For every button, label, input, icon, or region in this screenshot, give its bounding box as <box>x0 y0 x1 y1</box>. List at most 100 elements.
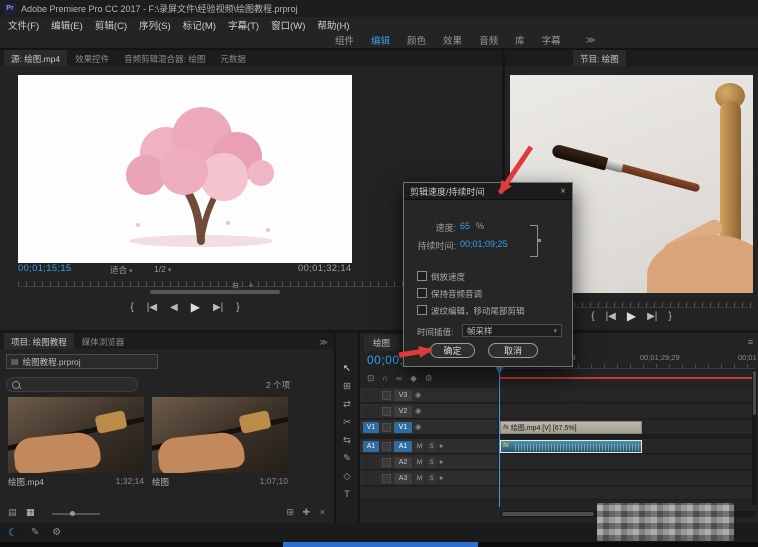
ok-button[interactable]: 确定 <box>430 343 475 358</box>
reverse-speed-checkbox[interactable] <box>417 271 427 281</box>
new-bin-icon[interactable]: ⊞ <box>286 507 294 518</box>
source-patch[interactable] <box>363 473 379 484</box>
track-lock-icon[interactable] <box>382 442 391 451</box>
solo-button[interactable]: S <box>427 457 436 467</box>
workspace-tab-titles[interactable]: 字幕 <box>542 33 561 47</box>
menu-window[interactable]: 窗口(W) <box>271 18 305 32</box>
tool-type-icon[interactable]: T <box>344 489 350 500</box>
track-toggle-a1[interactable]: A1 <box>394 441 412 452</box>
workspace-tab-editing[interactable]: 编辑 <box>371 33 390 47</box>
source-patch-v1[interactable]: V1 <box>363 422 379 433</box>
workspace-tab-effects[interactable]: 效果 <box>443 33 462 47</box>
delete-icon[interactable]: × <box>320 507 325 517</box>
video-clip[interactable]: fx 绘图.mp4 [V] [67.5%] <box>500 421 642 434</box>
maintain-audio-pitch-checkbox[interactable] <box>417 288 427 298</box>
tool-selection-icon[interactable]: ↖ <box>343 363 351 374</box>
track-lock-icon[interactable] <box>382 474 391 483</box>
mic-icon[interactable]: ● <box>439 443 443 450</box>
tab-sequence[interactable]: 绘图 <box>364 335 399 351</box>
track-output-icon[interactable]: ◉ <box>415 407 421 415</box>
cancel-button[interactable]: 取消 <box>488 343 538 358</box>
mark-out-button[interactable]: } <box>668 311 671 322</box>
clip-thumbnail[interactable] <box>8 397 144 473</box>
dialog-title-bar[interactable]: 剪辑速度/持续时间 × <box>404 183 572 200</box>
step-back-button[interactable]: ◀ <box>170 302 178 313</box>
gear-icon[interactable]: ⚙ <box>52 527 61 538</box>
mark-out-button[interactable]: } <box>236 302 239 313</box>
menu-marker[interactable]: 标记(M) <box>183 18 216 32</box>
search-input[interactable] <box>6 377 138 392</box>
tool-hand-icon[interactable]: ◇ <box>343 471 350 482</box>
mark-in-button[interactable]: { <box>591 311 594 322</box>
taskbar-active-segment[interactable] <box>283 542 478 547</box>
solo-button[interactable]: S <box>427 473 436 483</box>
nest-sequence-icon[interactable]: ⊡ <box>367 373 374 384</box>
audio-clip[interactable]: fx <box>500 440 642 453</box>
tab-media-browser[interactable]: 媒体浏览器 <box>75 333 132 349</box>
moon-icon[interactable]: ☾ <box>8 526 18 539</box>
track-toggle-v3[interactable]: V3 <box>394 390 412 401</box>
source-patch-a1[interactable]: A1 <box>363 441 379 452</box>
track-toggle-v1[interactable]: V1 <box>394 422 412 433</box>
workspace-tab-assembly[interactable]: 组件 <box>335 33 354 47</box>
tab-effect-controls[interactable]: 效果控件 <box>68 50 116 66</box>
playhead-line[interactable] <box>499 373 500 507</box>
add-marker-icon[interactable]: + <box>249 281 254 290</box>
track-lock-icon[interactable] <box>382 423 391 432</box>
track-lock-icon[interactable] <box>382 458 391 467</box>
project-item[interactable]: 绘图 1;07;10 <box>152 397 288 488</box>
panel-overflow-icon[interactable]: ≫ <box>319 337 328 348</box>
tab-project[interactable]: 项目: 绘图教程 <box>4 333 74 349</box>
track-lock-icon[interactable] <box>382 407 391 416</box>
tool-pen-icon[interactable]: ✎ <box>343 453 351 464</box>
solo-button[interactable]: S <box>427 441 436 451</box>
track-output-icon[interactable]: ◉ <box>415 423 421 431</box>
speed-value-hot-text[interactable]: 65 <box>460 221 470 231</box>
menu-help[interactable]: 帮助(H) <box>317 18 349 32</box>
icon-view-icon[interactable]: ▦ <box>26 507 35 518</box>
linked-selection-icon[interactable]: ∞ <box>396 373 402 384</box>
mic-icon[interactable]: ● <box>439 475 443 482</box>
time-interpolation-dropdown[interactable]: 帧采样 ▾ <box>462 324 562 337</box>
source-patch[interactable] <box>363 406 379 417</box>
mute-button[interactable]: M <box>415 441 424 451</box>
goto-in-button[interactable]: |◀ <box>606 311 616 322</box>
step-forward-button[interactable]: ▶| <box>647 311 657 322</box>
workspace-tab-audio[interactable]: 音频 <box>479 33 498 47</box>
add-marker-icon[interactable]: ◆ <box>410 373 417 384</box>
panel-menu-icon[interactable]: ≡ <box>748 337 753 347</box>
menu-sequence[interactable]: 序列(S) <box>139 18 171 32</box>
workspace-tab-color[interactable]: 颜色 <box>407 33 426 47</box>
tab-program-monitor[interactable]: 节目: 绘图 <box>573 50 626 66</box>
play-button[interactable]: ▶ <box>191 300 200 314</box>
timeline-settings-icon[interactable]: ⚙ <box>425 373 433 384</box>
menu-title[interactable]: 字幕(T) <box>228 18 259 32</box>
mute-button[interactable]: M <box>415 473 424 483</box>
goto-in-button[interactable]: |◀ <box>147 302 157 313</box>
tab-source-monitor[interactable]: 源: 绘图.mp4 <box>4 50 67 66</box>
tool-ripple-edit-icon[interactable]: ⇄ <box>343 399 351 410</box>
track-toggle-v2[interactable]: V2 <box>394 406 412 417</box>
play-button[interactable]: ▶ <box>627 309 636 323</box>
mic-icon[interactable]: ● <box>439 459 443 466</box>
dialog-close-button[interactable]: × <box>560 186 566 197</box>
mark-in-button[interactable]: { <box>130 302 133 313</box>
tool-track-select-icon[interactable]: ⊞ <box>343 381 351 392</box>
track-toggle-a3[interactable]: A3 <box>394 473 412 484</box>
track-toggle-a2[interactable]: A2 <box>394 457 412 468</box>
track-output-icon[interactable]: ◉ <box>415 391 421 399</box>
tool-slip-icon[interactable]: ⇆ <box>343 435 351 446</box>
menu-clip[interactable]: 剪辑(C) <box>95 18 127 32</box>
list-view-icon[interactable]: ▤ <box>8 507 17 518</box>
marker-box-icon[interactable]: ⊟ <box>232 281 239 290</box>
menu-file[interactable]: 文件(F) <box>8 18 39 32</box>
workspace-tab-libraries[interactable]: 库 <box>515 33 525 47</box>
source-patch[interactable] <box>363 390 379 401</box>
duration-value-hot-text[interactable]: 00;01;09;25 <box>460 239 508 249</box>
pen-icon[interactable]: ✎ <box>31 527 39 538</box>
new-item-icon[interactable]: ✚ <box>302 507 310 518</box>
tab-metadata[interactable]: 元数据 <box>213 50 253 66</box>
snap-icon[interactable]: ∩ <box>382 373 388 384</box>
tool-razor-icon[interactable]: ✂ <box>343 417 351 428</box>
timeline-vertical-scrollbar[interactable] <box>752 369 757 505</box>
